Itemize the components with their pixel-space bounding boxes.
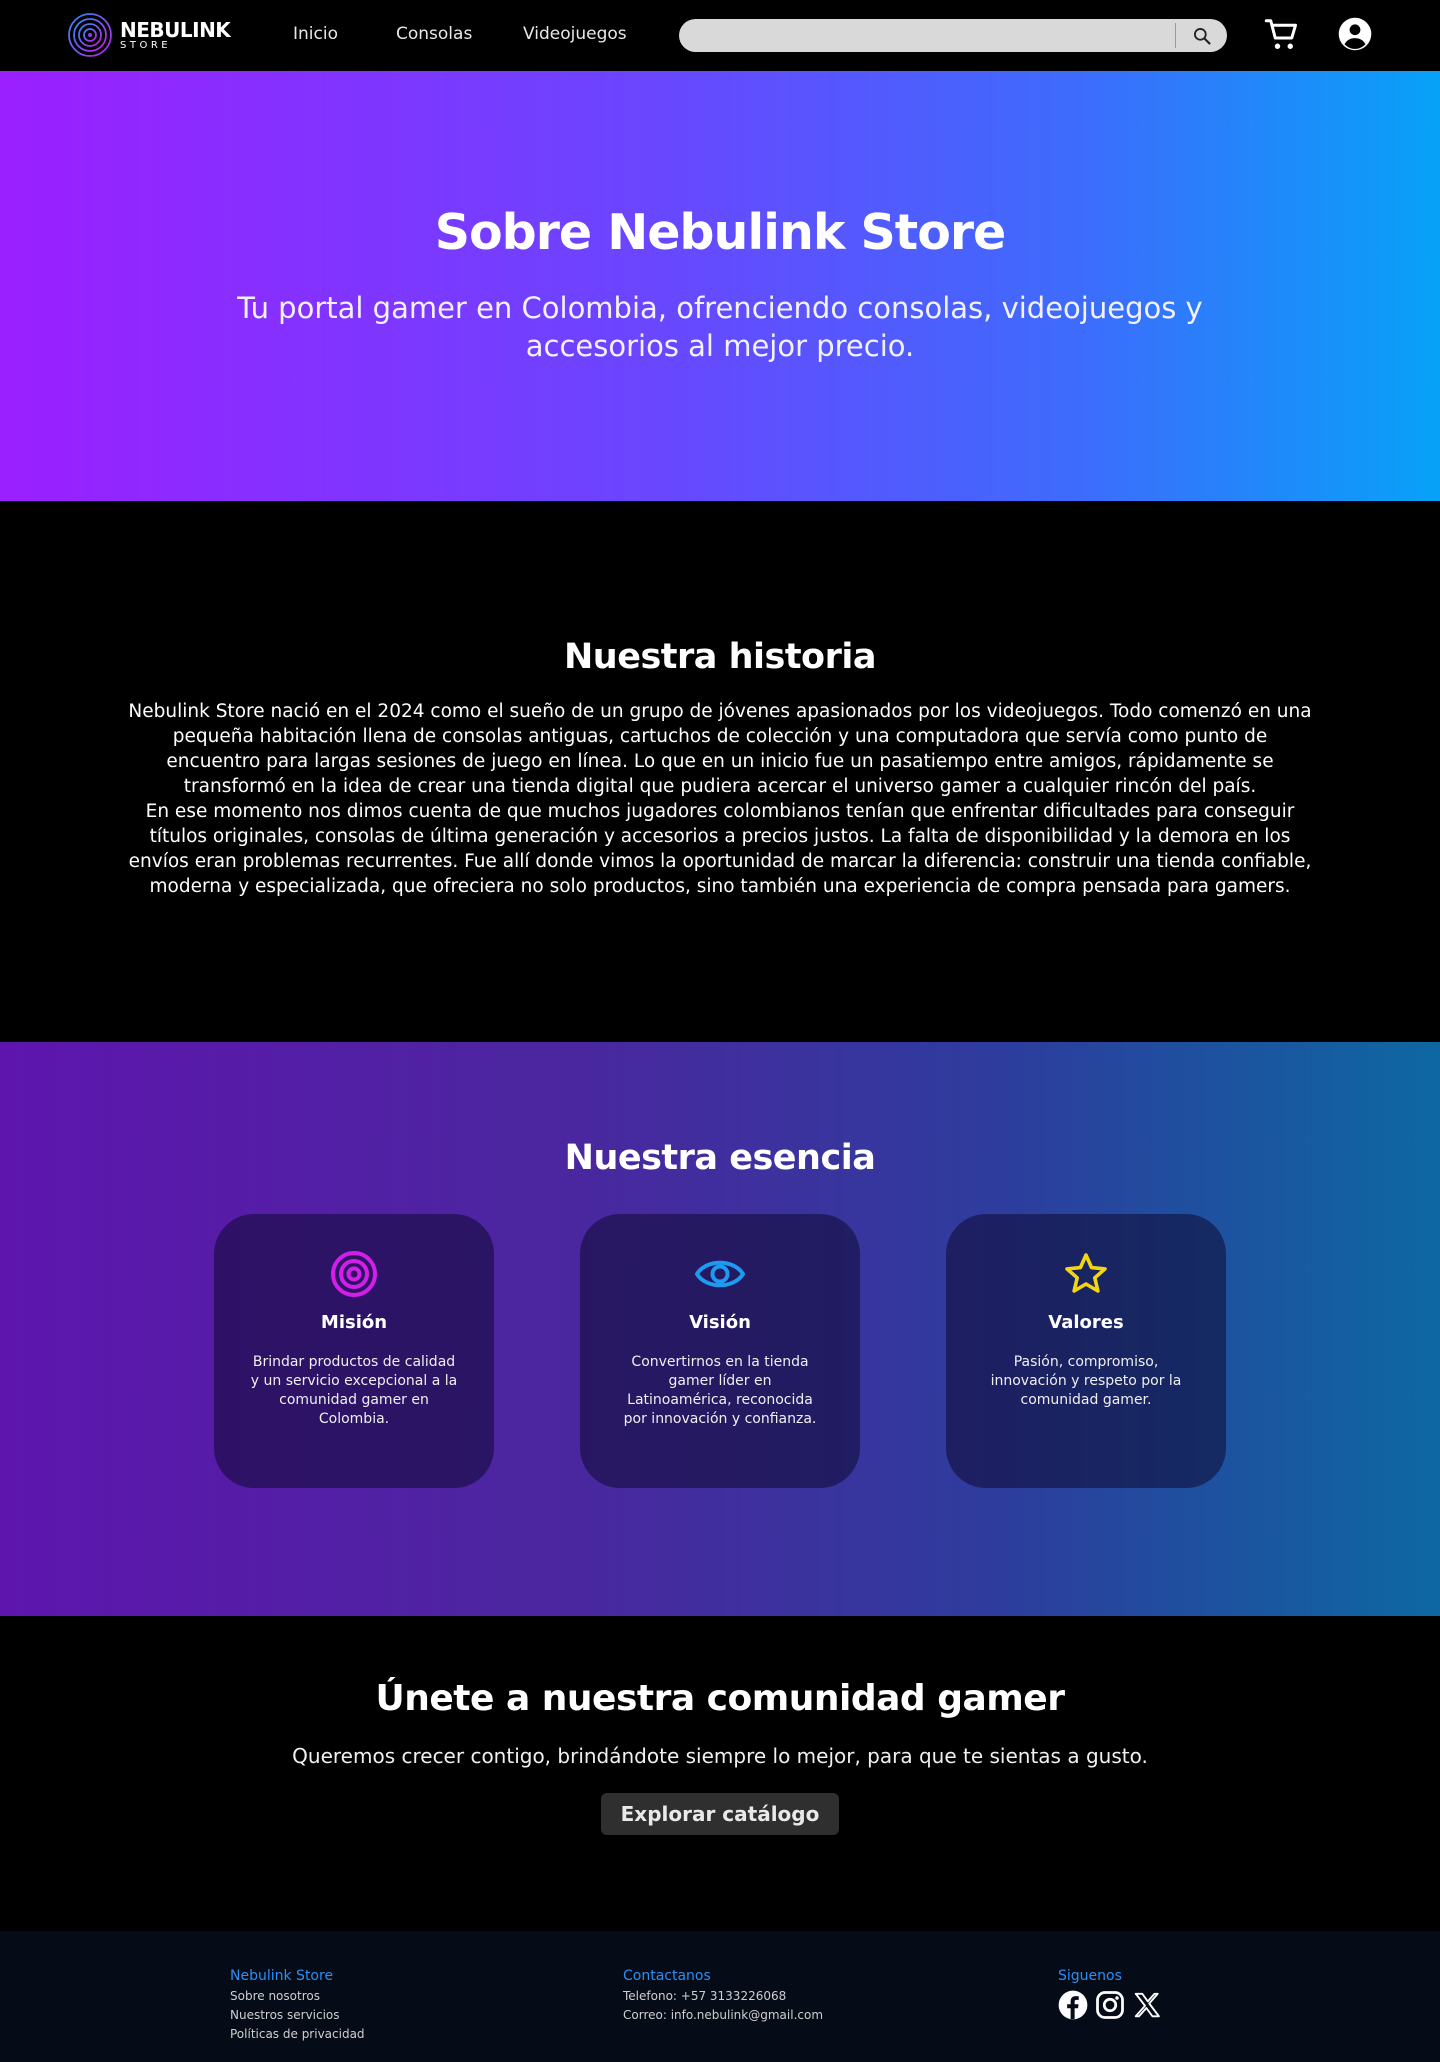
historia-title: Nuestra historia	[564, 637, 876, 677]
search-input[interactable]	[679, 19, 1176, 52]
account-icon[interactable]	[1338, 17, 1372, 51]
nav-link-inicio[interactable]: Inicio	[293, 24, 338, 44]
logo[interactable]: NEBULINK STORE	[66, 11, 231, 59]
hero-title: Sobre Nebulink Store	[434, 204, 1007, 261]
historia-text: Nebulink Store nació en el 2024 como el …	[125, 699, 1315, 899]
instagram-icon[interactable]	[1095, 1990, 1125, 2020]
search-divider	[1175, 23, 1176, 48]
footer-link-servicios[interactable]: Nuestros servicios	[230, 2006, 365, 2025]
esencia-cards: Misión Brindar productos de calidad y un…	[0, 1214, 1440, 1488]
star-icon	[1065, 1253, 1107, 1293]
comunidad-title: Únete a nuestra comunidad gamer	[375, 1678, 1065, 1719]
footer: Nebulink Store Sobre nosotros Nuestros s…	[0, 1931, 1440, 2062]
comunidad-section: Únete a nuestra comunidad gamer Queremos…	[0, 1616, 1440, 1931]
card-mision: Misión Brindar productos de calidad y un…	[214, 1214, 494, 1488]
footer-email: Correo: info.nebulink@gmail.com	[623, 2008, 824, 2022]
footer-phone: Telefono: +57 3133226068	[623, 1989, 787, 2003]
card-valores: Valores Pasión, compromiso, innovación y…	[946, 1214, 1226, 1488]
card-title: Misión	[320, 1312, 388, 1333]
card-text: Pasión, compromiso, innovación y respeto…	[990, 1354, 1182, 1408]
historia-paragraph: Nebulink Store nació en el 2024 como el …	[128, 701, 1312, 797]
card-text: Convertirnos en la tienda gamer líder en…	[623, 1354, 817, 1427]
footer-col-contact: Contactanos Telefono: +57 3133226068 Cor…	[623, 1968, 823, 2025]
explore-catalog-button[interactable]: Explorar catálogo	[600, 1793, 840, 1835]
cart-icon[interactable]	[1264, 17, 1300, 53]
card-text: Brindar productos de calidad y un servic…	[250, 1354, 458, 1427]
footer-social-title: Siguenos	[1058, 1968, 1122, 1984]
logo-name: NEBULINK	[120, 17, 231, 42]
card-title: Visión	[689, 1312, 751, 1333]
facebook-icon[interactable]	[1058, 1990, 1088, 2020]
logo-sub: STORE	[120, 39, 172, 51]
navbar: NEBULINK STORE Inicio Consolas Videojueg…	[0, 0, 1440, 71]
x-icon[interactable]	[1132, 1990, 1162, 2020]
comunidad-subtitle: Queremos crecer contigo, brindándote sie…	[292, 1744, 1148, 1768]
footer-col-store: Nebulink Store Sobre nosotros Nuestros s…	[230, 1968, 365, 2044]
esencia-title: Nuestra esencia	[564, 1138, 876, 1178]
footer-store-title[interactable]: Nebulink Store	[230, 1968, 365, 1984]
historia-section: Nuestra historia Nebulink Store nació en…	[0, 501, 1440, 1042]
footer-link-sobre-nosotros[interactable]: Sobre nosotros	[230, 1987, 365, 2006]
card-vision: Visión Convertirnos en la tienda gamer l…	[580, 1214, 860, 1488]
nav-link-videojuegos[interactable]: Videojuegos	[523, 24, 627, 44]
footer-contact-title: Contactanos	[623, 1968, 711, 1984]
eye-icon	[695, 1260, 745, 1288]
esencia-section: Nuestra esencia Misión Brindar productos…	[0, 1042, 1440, 1616]
footer-col-social: Siguenos	[1058, 1968, 1162, 2020]
historia-paragraph: En ese momento nos dimos cuenta de que m…	[128, 801, 1312, 897]
social-icons	[1058, 1990, 1162, 2020]
footer-link-privacidad[interactable]: Políticas de privacidad	[230, 2025, 365, 2044]
hero-subtitle: Tu portal gamer en Colombia, ofrenciendo…	[237, 291, 1203, 363]
search-button[interactable]	[1177, 19, 1227, 52]
card-title: Valores	[1048, 1312, 1124, 1333]
nebulink-logo-icon	[68, 13, 112, 57]
search-bar	[679, 19, 1227, 52]
nav-link-consolas[interactable]: Consolas	[396, 24, 472, 44]
search-icon	[1194, 27, 1211, 45]
target-icon	[331, 1251, 377, 1297]
hero-section: Sobre Nebulink Store Tu portal gamer en …	[0, 71, 1440, 501]
